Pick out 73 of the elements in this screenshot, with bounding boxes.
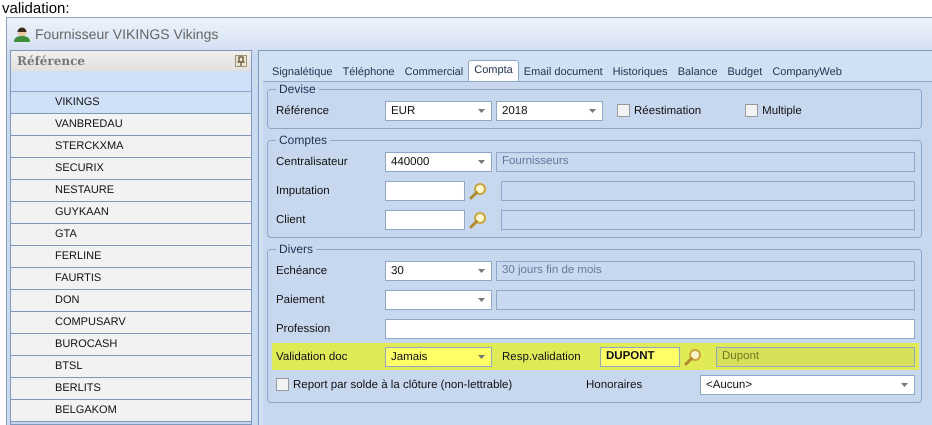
checkbox[interactable] — [276, 378, 289, 391]
list-item[interactable]: STERCKXMA — [11, 136, 251, 158]
list-item[interactable]: GUYKAAN — [11, 202, 251, 224]
caret-icon[interactable] — [901, 382, 908, 386]
text-field[interactable] — [385, 318, 915, 338]
tab[interactable]: Compta — [468, 60, 519, 81]
checkbox-label: Report par solde à la clôture (non-lettrable) — [293, 378, 512, 390]
checkbox[interactable] — [745, 104, 758, 117]
checkbox-label: Multiple — [762, 104, 802, 116]
list-item[interactable]: SECURIX — [11, 158, 251, 180]
list-item[interactable]: BELGAKOM — [11, 400, 251, 422]
caret-icon[interactable] — [589, 108, 596, 112]
caret-icon[interactable] — [478, 298, 485, 302]
field-label: Client — [276, 214, 306, 226]
group-title: Comptes — [278, 133, 328, 147]
field-label: Centralisateur — [276, 156, 349, 168]
field-label: Echéance — [276, 264, 328, 276]
tab[interactable]: Email document — [518, 63, 608, 81]
caption-text: validation: — [1, 0, 71, 17]
tab[interactable]: Balance — [672, 63, 722, 81]
field-label: Référence — [276, 104, 330, 116]
search-icon[interactable] — [684, 348, 702, 366]
dropdown[interactable] — [385, 290, 492, 310]
list-item[interactable]: BUROCASH — [11, 334, 251, 356]
caret-icon[interactable] — [478, 160, 485, 164]
code-field[interactable] — [385, 210, 465, 230]
field-label: Resp.validation — [501, 350, 582, 362]
person-icon — [13, 26, 31, 42]
checkbox-label: Réestimation — [634, 104, 702, 116]
list-item[interactable]: VIKINGS — [11, 92, 251, 114]
code-field[interactable]: DUPONT — [600, 346, 680, 366]
group-title: Devise — [278, 82, 317, 96]
field-label: Profession — [276, 322, 332, 334]
field-label: Honoraires — [586, 378, 644, 390]
list-item[interactable]: NESTAURE — [11, 180, 251, 202]
dropdown[interactable]: 30 — [385, 260, 492, 280]
list-item[interactable]: BTSL — [11, 356, 251, 378]
list-item[interactable]: DON — [11, 290, 251, 312]
filter-field[interactable] — [11, 71, 251, 92]
tab[interactable]: Téléphone — [338, 63, 400, 81]
tab[interactable]: Budget — [722, 63, 768, 81]
field-label: Validation doc — [276, 350, 348, 362]
search-icon[interactable] — [469, 182, 487, 200]
code-field[interactable] — [385, 180, 465, 200]
dropdown[interactable]: 440000 — [385, 152, 492, 172]
list-item[interactable]: GTA — [11, 224, 251, 246]
tab[interactable]: CompanyWeb — [767, 63, 847, 81]
tab[interactable]: Historiques — [608, 63, 673, 81]
field-label: Imputation — [276, 184, 331, 196]
list-item[interactable]: VANBREDAU — [11, 114, 251, 136]
dropdown[interactable]: 2018 — [496, 100, 603, 120]
window-title: Fournisseur VIKINGS Vikings — [35, 26, 218, 42]
group-title: Divers — [278, 242, 314, 256]
dropdown[interactable]: EUR — [385, 100, 492, 120]
description-field: Dupont — [716, 346, 915, 366]
pin-icon[interactable] — [235, 55, 247, 67]
column-header: Référence — [17, 54, 86, 68]
list-item[interactable]: FAURTIS — [11, 268, 251, 290]
description-field: 30 jours fin de mois — [496, 260, 915, 280]
description-field: Fournisseurs — [496, 152, 915, 172]
caret-icon[interactable] — [478, 354, 485, 358]
tab[interactable]: Commercial — [400, 63, 468, 81]
list-item[interactable]: BERLITS — [11, 378, 251, 400]
list-item[interactable]: FERLINE — [11, 246, 251, 268]
caret-icon[interactable] — [478, 108, 485, 112]
tab[interactable]: Signalétique — [267, 63, 338, 81]
field-label: Paiement — [276, 294, 326, 306]
dropdown[interactable]: Jamais — [385, 346, 492, 366]
caret-icon[interactable] — [478, 268, 485, 272]
checkbox[interactable] — [617, 104, 630, 117]
search-icon[interactable] — [469, 210, 487, 228]
list-item[interactable]: COMPUSARV — [11, 312, 251, 334]
dropdown[interactable]: <Aucun> — [700, 374, 915, 394]
